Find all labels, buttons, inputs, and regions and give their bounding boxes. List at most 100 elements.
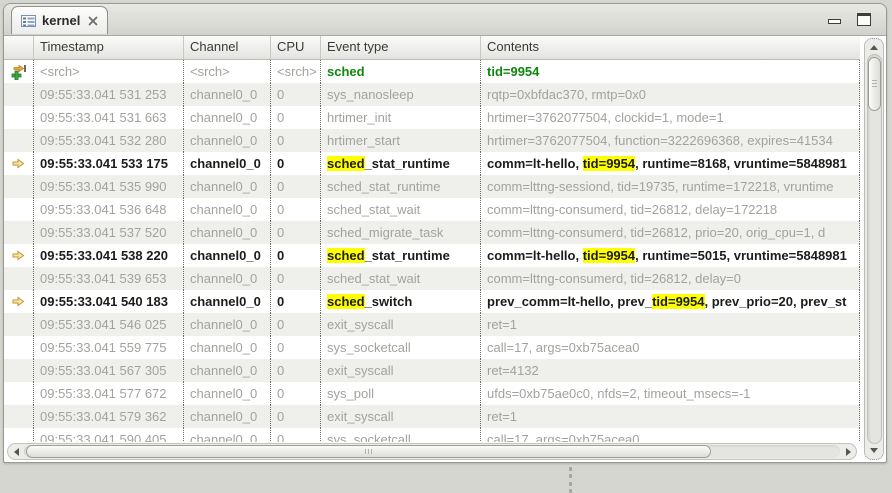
filter-event-type[interactable]: sched (321, 60, 481, 83)
timestamp-cell[interactable]: 09:55:33.041 590 405 (34, 428, 184, 442)
timestamp-cell[interactable]: 09:55:33.041 535 990 (34, 175, 184, 198)
channel-cell[interactable]: channel0_0 (184, 313, 271, 336)
table-row[interactable]: 09:55:33.041 577 672 channel0_0 0 sys_po… (4, 382, 860, 405)
contents-cell[interactable]: ret=4132 (481, 359, 860, 382)
filter-row[interactable]: <srch> <srch> <srch> sched tid=9954 (4, 60, 860, 83)
horizontal-scroll-track[interactable] (24, 445, 840, 458)
timestamp-cell[interactable]: 09:55:33.041 533 175 (34, 152, 184, 175)
contents-cell[interactable]: comm=lttng-sessiond, tid=19735, runtime=… (481, 175, 860, 198)
contents-cell[interactable]: hrtimer=3762077504, clockid=1, mode=1 (481, 106, 860, 129)
contents-cell[interactable]: ret=1 (481, 313, 860, 336)
cpu-cell[interactable]: 0 (271, 336, 321, 359)
table-row[interactable]: 09:55:33.041 532 280 channel0_0 0 hrtime… (4, 129, 860, 152)
timestamp-cell[interactable]: 09:55:33.041 577 672 (34, 382, 184, 405)
cpu-cell[interactable]: 0 (271, 129, 321, 152)
timestamp-cell[interactable]: 09:55:33.041 559 775 (34, 336, 184, 359)
timestamp-cell[interactable]: 09:55:33.041 567 305 (34, 359, 184, 382)
cpu-cell[interactable]: 0 (271, 428, 321, 442)
contents-cell[interactable]: ret=1 (481, 405, 860, 428)
horizontal-scroll-thumb[interactable] (26, 445, 711, 458)
contents-cell[interactable]: comm=lt-hello, tid=9954, runtime=5015, v… (481, 244, 860, 267)
contents-cell[interactable]: rqtp=0xbfdac370, rmtp=0x0 (481, 83, 860, 106)
cpu-cell[interactable]: 0 (271, 382, 321, 405)
channel-cell[interactable]: channel0_0 (184, 405, 271, 428)
channel-cell[interactable]: channel0_0 (184, 428, 271, 442)
channel-cell[interactable]: channel0_0 (184, 129, 271, 152)
event-type-cell[interactable]: sched_stat_wait (321, 267, 481, 290)
channel-cell[interactable]: channel0_0 (184, 359, 271, 382)
channel-cell[interactable]: channel0_0 (184, 152, 271, 175)
cpu-cell[interactable]: 0 (271, 152, 321, 175)
timestamp-cell[interactable]: 09:55:33.041 546 025 (34, 313, 184, 336)
event-type-cell[interactable]: exit_syscall (321, 405, 481, 428)
contents-cell[interactable]: comm=lttng-consumerd, tid=26812, delay=1… (481, 198, 860, 221)
table-row[interactable]: 09:55:33.041 590 405 channel0_0 0 sys_so… (4, 428, 860, 442)
scroll-up-button[interactable] (866, 41, 882, 54)
event-type-cell[interactable]: hrtimer_start (321, 129, 481, 152)
tab-close-button[interactable] (88, 16, 98, 26)
channel-cell[interactable]: channel0_0 (184, 290, 271, 313)
table-row[interactable]: 09:55:33.041 567 305 channel0_0 0 exit_s… (4, 359, 860, 382)
timestamp-cell[interactable]: 09:55:33.041 531 253 (34, 83, 184, 106)
contents-cell[interactable]: comm=lttng-consumerd, tid=26812, delay=0 (481, 267, 860, 290)
event-type-cell[interactable]: sched_stat_runtime (321, 175, 481, 198)
timestamp-cell[interactable]: 09:55:33.041 579 362 (34, 405, 184, 428)
timestamp-cell[interactable]: 09:55:33.041 538 220 (34, 244, 184, 267)
channel-cell[interactable]: channel0_0 (184, 106, 271, 129)
cpu-cell[interactable]: 0 (271, 83, 321, 106)
table-row[interactable]: 09:55:33.041 539 653 channel0_0 0 sched_… (4, 267, 860, 290)
event-type-cell[interactable]: sched_switch (321, 290, 481, 313)
timestamp-cell[interactable]: 09:55:33.041 532 280 (34, 129, 184, 152)
event-type-cell[interactable]: hrtimer_init (321, 106, 481, 129)
filter-contents[interactable]: tid=9954 (481, 60, 860, 83)
cpu-cell[interactable]: 0 (271, 175, 321, 198)
filter-cpu[interactable]: <srch> (271, 60, 321, 83)
event-type-cell[interactable]: sched_stat_runtime (321, 244, 481, 267)
timestamp-cell[interactable]: 09:55:33.041 536 648 (34, 198, 184, 221)
filter-timestamp[interactable]: <srch> (34, 60, 184, 83)
timestamp-cell[interactable]: 09:55:33.041 537 520 (34, 221, 184, 244)
timestamp-cell[interactable]: 09:55:33.041 531 663 (34, 106, 184, 129)
table-row[interactable]: 09:55:33.041 537 520 channel0_0 0 sched_… (4, 221, 860, 244)
timestamp-cell[interactable]: 09:55:33.041 539 653 (34, 267, 184, 290)
table-row[interactable]: 09:55:33.041 540 183 channel0_0 0 sched_… (4, 290, 860, 313)
table-row[interactable]: 09:55:33.041 579 362 channel0_0 0 exit_s… (4, 405, 860, 428)
cpu-cell[interactable]: 0 (271, 267, 321, 290)
event-type-cell[interactable]: exit_syscall (321, 313, 481, 336)
vertical-scrollbar[interactable] (864, 38, 884, 460)
contents-cell[interactable]: comm=lttng-consumerd, tid=26812, prio=20… (481, 221, 860, 244)
table-row[interactable]: 09:55:33.041 533 175 channel0_0 0 sched_… (4, 152, 860, 175)
channel-cell[interactable]: channel0_0 (184, 83, 271, 106)
tab-kernel[interactable]: kernel (11, 6, 108, 34)
cpu-cell[interactable]: 0 (271, 313, 321, 336)
header-event-type[interactable]: Event type (321, 36, 481, 59)
channel-cell[interactable]: channel0_0 (184, 336, 271, 359)
contents-cell[interactable]: hrtimer=3762077504, function=3222696368,… (481, 129, 860, 152)
event-type-cell[interactable]: sys_socketcall (321, 428, 481, 442)
contents-cell[interactable]: prev_comm=lt-hello, prev_tid=9954, prev_… (481, 290, 860, 313)
contents-cell[interactable]: call=17, args=0xb75acea0 (481, 336, 860, 359)
channel-cell[interactable]: channel0_0 (184, 382, 271, 405)
table-row[interactable]: 09:55:33.041 536 648 channel0_0 0 sched_… (4, 198, 860, 221)
filter-channel[interactable]: <srch> (184, 60, 271, 83)
event-type-cell[interactable]: sys_socketcall (321, 336, 481, 359)
sash-handle[interactable] (569, 467, 573, 493)
event-type-cell[interactable]: exit_syscall (321, 359, 481, 382)
channel-cell[interactable]: channel0_0 (184, 244, 271, 267)
cpu-cell[interactable]: 0 (271, 290, 321, 313)
header-timestamp[interactable]: Timestamp (34, 36, 184, 59)
event-type-cell[interactable]: sched_stat_runtime (321, 152, 481, 175)
header-cpu[interactable]: CPU (271, 36, 321, 59)
table-row[interactable]: 09:55:33.041 559 775 channel0_0 0 sys_so… (4, 336, 860, 359)
minimize-button[interactable] (826, 12, 842, 26)
header-contents[interactable]: Contents (481, 36, 860, 59)
channel-cell[interactable]: channel0_0 (184, 221, 271, 244)
contents-cell[interactable]: ufds=0xb75ae0c0, nfds=2, timeout_msecs=-… (481, 382, 860, 405)
scroll-left-button[interactable] (8, 445, 24, 458)
event-type-cell[interactable]: sched_stat_wait (321, 198, 481, 221)
cpu-cell[interactable]: 0 (271, 244, 321, 267)
cpu-cell[interactable]: 0 (271, 198, 321, 221)
table-row[interactable]: 09:55:33.041 531 253 channel0_0 0 sys_na… (4, 83, 860, 106)
cpu-cell[interactable]: 0 (271, 106, 321, 129)
event-type-cell[interactable]: sched_migrate_task (321, 221, 481, 244)
